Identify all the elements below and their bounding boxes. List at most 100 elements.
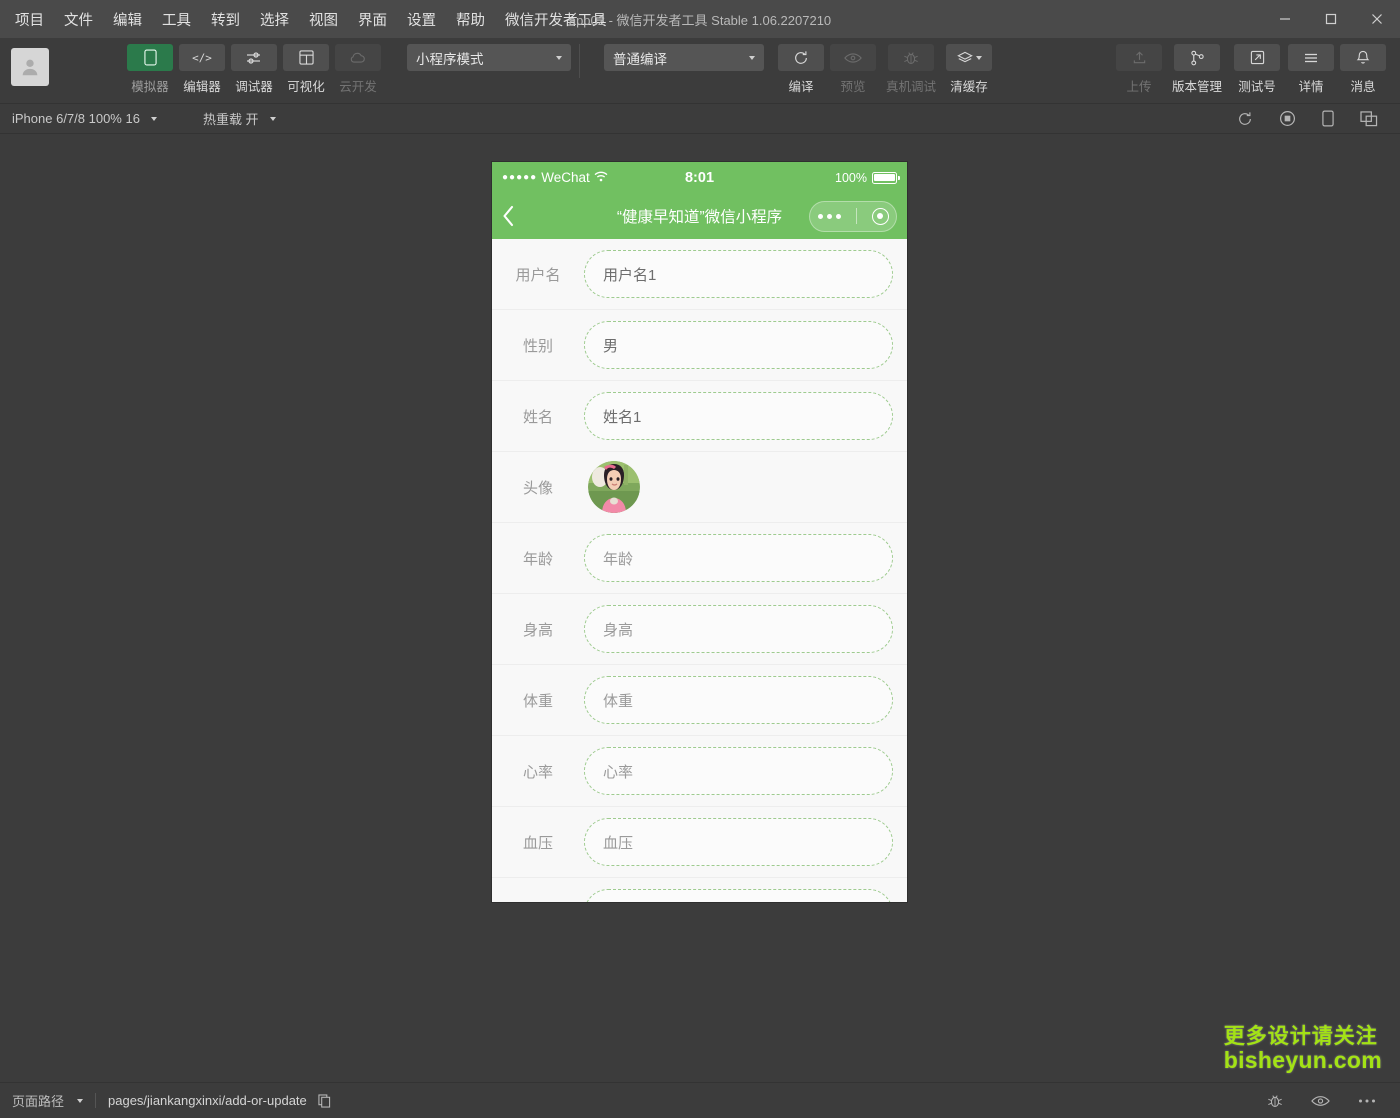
menu-item-edit[interactable]: 编辑 [112, 6, 143, 33]
menu-item-select[interactable]: 选择 [259, 6, 290, 33]
minimize-button[interactable] [1262, 0, 1308, 38]
toolbar-testaccount-button[interactable]: 测试号 [1232, 44, 1282, 95]
weight-input[interactable]: 体重 [584, 676, 893, 724]
gender-input[interactable]: 男 [584, 321, 893, 369]
form-row-heartrate: 心率 心率 [492, 736, 907, 807]
close-icon [1371, 13, 1383, 25]
toolbar-compile-button[interactable]: 编译 [778, 44, 824, 95]
bug-icon [888, 44, 934, 71]
toolbar-realdevice-button[interactable]: 真机调试 [882, 44, 940, 95]
menu-item-devtools[interactable]: 微信开发者工具 [504, 6, 608, 33]
close-button[interactable] [1354, 0, 1400, 38]
form-row-gender: 性别 男 [492, 310, 907, 381]
chevron-down-icon [270, 117, 276, 121]
row-field: 身高 [584, 605, 897, 653]
name-input[interactable]: 姓名1 [584, 392, 893, 440]
device-icon[interactable] [1322, 110, 1334, 127]
compile-mode-dropdown[interactable]: 普通编译 [604, 44, 764, 71]
row-label: 头像 [492, 477, 584, 498]
menu-item-interface[interactable]: 界面 [357, 6, 388, 33]
chevron-down-icon[interactable] [77, 1099, 83, 1103]
row-field: 血压 [584, 818, 897, 866]
bug-icon[interactable] [1267, 1093, 1283, 1109]
toolbar-clearcache-button[interactable]: 清缓存 [946, 44, 992, 95]
menu-item-settings[interactable]: 设置 [406, 6, 437, 33]
refresh-icon [778, 44, 824, 71]
toolbar-version-label: 版本管理 [1172, 76, 1222, 95]
back-chevron-icon [502, 205, 515, 227]
toolbar-preview-label: 预览 [840, 76, 865, 95]
form-row-height: 身高 身高 [492, 594, 907, 665]
toolbar-preview-button[interactable]: 预览 [830, 44, 876, 95]
row-label: 用户名 [492, 264, 584, 285]
toolbar-debugger-button[interactable]: 调试器 [231, 44, 277, 95]
toolbar-message-button[interactable]: 消息 [1340, 44, 1386, 95]
battery-icon [872, 172, 897, 184]
toolbar-simulator-button[interactable]: 模拟器 [127, 44, 173, 95]
menu-item-project[interactable]: 项目 [14, 6, 45, 33]
user-avatar-button[interactable] [11, 48, 49, 86]
height-input[interactable]: 身高 [584, 605, 893, 653]
row-label: 年龄 [492, 548, 584, 569]
menu-item-view[interactable]: 视图 [308, 6, 339, 33]
toolbar-details-button[interactable]: 详情 [1288, 44, 1334, 95]
form-row-age: 年龄 年龄 [492, 523, 907, 594]
toolbar-cloud-button[interactable]: 云开发 [335, 44, 381, 95]
heartrate-input[interactable]: 心率 [584, 747, 893, 795]
status-bar-right: 100% [835, 171, 897, 185]
menu-item-file[interactable]: 文件 [63, 6, 94, 33]
copy-icon[interactable] [318, 1094, 331, 1108]
nav-back-button[interactable] [502, 205, 528, 227]
record-icon[interactable] [1279, 110, 1296, 127]
form-row-name: 姓名 姓名1 [492, 381, 907, 452]
diet-input[interactable]: 饮食习惯 [584, 889, 893, 902]
row-label: 心率 [492, 761, 584, 782]
username-input[interactable]: 用户名1 [584, 250, 893, 298]
compile-dropdown-value: 普通编译 [613, 48, 667, 68]
chevron-down-icon [151, 117, 157, 121]
age-input[interactable]: 年龄 [584, 534, 893, 582]
toolbar-compile-label: 编译 [788, 76, 813, 95]
more-icon[interactable] [1358, 1098, 1376, 1104]
watermark: 更多设计请关注 bisheyun.com [1224, 1025, 1382, 1074]
target-icon[interactable] [872, 208, 889, 225]
toolbar-message-label: 消息 [1350, 76, 1375, 95]
form-row-bloodpressure: 血压 血压 [492, 807, 907, 878]
menu-item-tools[interactable]: 工具 [161, 6, 192, 33]
menu-item-help[interactable]: 帮助 [455, 6, 486, 33]
toolbar-visualize-button[interactable]: 可视化 [283, 44, 329, 95]
row-field: 姓名1 [584, 392, 897, 440]
eye-icon[interactable] [1311, 1095, 1330, 1107]
status-divider [95, 1093, 96, 1108]
row-label: 性别 [492, 335, 584, 356]
avatar-photo-icon [588, 461, 640, 513]
row-field: 心率 [584, 747, 897, 795]
hamburger-icon [1288, 44, 1334, 71]
toolbar-debugger-label: 调试器 [235, 76, 273, 95]
form-row-avatar: 头像 [492, 452, 907, 523]
row-field: 体重 [584, 676, 897, 724]
toolbar-editor-button[interactable]: </> 编辑器 [179, 44, 225, 95]
phone-icon [127, 44, 173, 71]
wifi-icon [594, 170, 608, 185]
toolbar-version-button[interactable]: 版本管理 [1168, 44, 1226, 95]
page-path-section: 页面路径 pages/jiankangxinxi/add-or-update [0, 1091, 331, 1110]
hot-reload-selector[interactable]: 热重载 开 [191, 109, 288, 128]
user-icon [19, 56, 41, 78]
refresh-icon[interactable] [1237, 111, 1253, 127]
mode-dropdown[interactable]: 小程序模式 [407, 44, 571, 71]
avatar-image[interactable] [588, 461, 640, 513]
signal-dots-icon: ●●●●● [502, 172, 537, 183]
device-selector[interactable]: iPhone 6/7/8 100% 16 [0, 111, 169, 126]
row-label: 体重 [492, 690, 584, 711]
cloud-icon [335, 44, 381, 71]
toolbar-right-group: 上传 版本管理 [1116, 44, 1386, 95]
toolbar-upload-label: 上传 [1126, 76, 1151, 95]
bloodpressure-input[interactable]: 血压 [584, 818, 893, 866]
more-dots-icon[interactable] [818, 214, 841, 219]
wechat-capsule[interactable] [809, 201, 897, 232]
toolbar-upload-button[interactable]: 上传 [1116, 44, 1162, 95]
multiwindow-icon[interactable] [1360, 111, 1378, 127]
menu-item-goto[interactable]: 转到 [210, 6, 241, 33]
maximize-button[interactable] [1308, 0, 1354, 38]
